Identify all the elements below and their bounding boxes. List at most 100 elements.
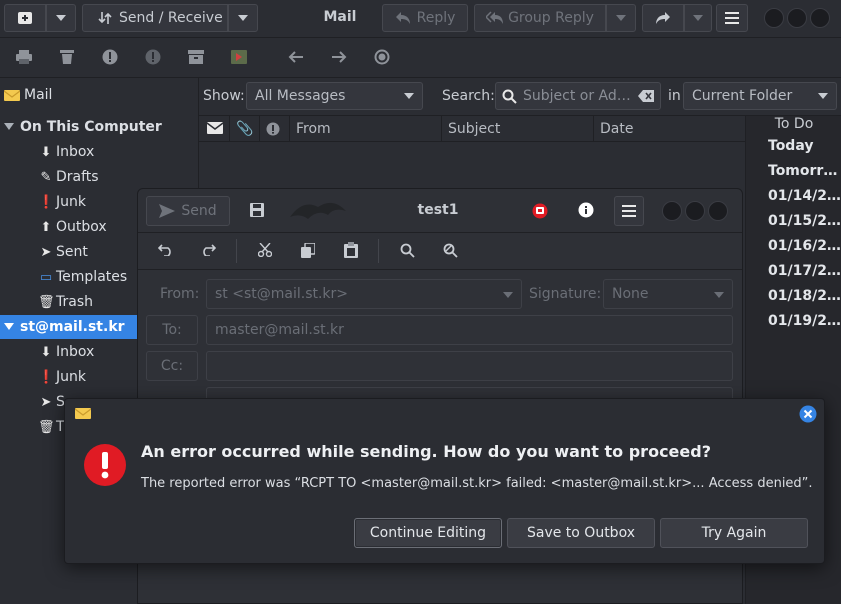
attachment-column[interactable]: 📎: [229, 116, 259, 142]
composer-minimize-button[interactable]: [662, 201, 682, 221]
search-input[interactable]: Subject or Ad…: [495, 82, 661, 110]
composer-maximize-button[interactable]: [685, 201, 705, 221]
to-button[interactable]: To:: [146, 315, 198, 345]
archive-icon[interactable]: [188, 49, 204, 65]
send-receive-dropdown[interactable]: [228, 4, 258, 32]
account-on-this-computer[interactable]: On This Computer: [4, 115, 162, 139]
todo-item[interactable]: Tomorr…: [768, 163, 837, 179]
close-icon[interactable]: [799, 405, 817, 423]
todo-item[interactable]: 01/16/2…: [768, 238, 841, 254]
folder-label: Templates: [56, 269, 128, 285]
find-icon[interactable]: [400, 243, 415, 258]
signature-label: Signature:: [529, 286, 602, 302]
from-column-header[interactable]: From: [289, 116, 441, 142]
todo-item[interactable]: 01/15/2…: [768, 213, 841, 229]
composer-close-button[interactable]: [708, 201, 728, 221]
error-dialog: An error occurred while sending. How do …: [64, 398, 825, 564]
minimize-button[interactable]: [764, 8, 784, 28]
hamburger-icon: [622, 205, 636, 217]
divider: [138, 269, 742, 270]
chevron-down-icon: [714, 292, 724, 298]
redo-icon[interactable]: [200, 244, 216, 256]
account-remote[interactable]: st@mail.st.kr: [0, 315, 137, 339]
show-filter-select[interactable]: All Messages: [246, 82, 423, 110]
info-icon[interactable]: [578, 202, 594, 218]
junk-icon[interactable]: [102, 49, 118, 65]
folder-remote-inbox[interactable]: ⬇ Inbox: [38, 340, 95, 364]
todo-item[interactable]: 01/17/2…: [768, 263, 841, 279]
from-select[interactable]: st <st@mail.st.kr>: [206, 279, 522, 309]
todo-item[interactable]: 01/18/2…: [768, 288, 841, 304]
search-scope-select[interactable]: Current Folder: [683, 82, 837, 110]
mail-icon: [75, 408, 91, 419]
subject-column-header[interactable]: Subject: [441, 116, 593, 142]
signature-value: None: [612, 286, 649, 302]
folder-outbox[interactable]: ⬆ Outbox: [38, 215, 107, 239]
send-receive-button[interactable]: Send / Receive: [82, 4, 228, 32]
folder-remote-junk[interactable]: ❗ Junk: [38, 365, 86, 389]
todo-item[interactable]: 01/14/2…: [768, 188, 841, 204]
to-field[interactable]: master@mail.st.kr: [206, 315, 733, 345]
separator: [378, 239, 379, 263]
maximize-button[interactable]: [787, 8, 807, 28]
print-icon[interactable]: [16, 50, 32, 64]
cc-field[interactable]: [206, 351, 733, 381]
save-icon[interactable]: [250, 203, 264, 217]
reply-icon: [395, 12, 410, 24]
arrow-left-icon[interactable]: [288, 51, 304, 63]
folder-remote-trash[interactable]: 🗑 T: [38, 415, 65, 439]
encrypt-status-icon[interactable]: [532, 203, 548, 219]
group-reply-dropdown[interactable]: [606, 4, 636, 32]
continue-editing-button[interactable]: Continue Editing: [354, 518, 502, 548]
forward-dropdown[interactable]: [684, 4, 712, 32]
stop-icon[interactable]: [374, 49, 390, 65]
forward-button[interactable]: [642, 4, 684, 32]
undo-icon[interactable]: [158, 244, 174, 256]
to-value: master@mail.st.kr: [215, 322, 344, 338]
new-message-button[interactable]: [4, 4, 46, 32]
todo-item[interactable]: 01/19/2…: [768, 313, 841, 329]
folder-label: Sent: [56, 244, 88, 260]
cut-icon[interactable]: [258, 243, 272, 257]
folder-remote-sent[interactable]: ➤ S: [38, 390, 65, 414]
date-column-header[interactable]: Date: [593, 116, 745, 142]
chevron-down-icon: [238, 15, 248, 21]
folder-drafts[interactable]: ✎ Drafts: [38, 165, 99, 189]
cc-button[interactable]: Cc:: [146, 351, 198, 381]
not-junk-icon[interactable]: [145, 49, 161, 65]
todo-item[interactable]: Today: [768, 138, 813, 154]
folder-sent[interactable]: ➤ Sent: [38, 240, 88, 264]
composer-send-button[interactable]: Send: [146, 196, 230, 226]
save-to-outbox-button[interactable]: Save to Outbox: [507, 518, 655, 548]
folder-label: Inbox: [56, 144, 95, 160]
try-again-button[interactable]: Try Again: [660, 518, 808, 548]
dialog-message: The reported error was “RCPT TO <master@…: [141, 476, 813, 491]
find-replace-icon[interactable]: [443, 243, 458, 258]
inbox-icon: ⬇: [40, 344, 52, 360]
folder-inbox[interactable]: ⬇ Inbox: [38, 140, 95, 164]
arrow-right-icon[interactable]: [331, 51, 347, 63]
folder-label: Drafts: [56, 169, 99, 185]
send-receive-label: Send / Receive: [119, 10, 223, 26]
paste-icon[interactable]: [344, 242, 358, 258]
envelope-icon[interactable]: [207, 122, 223, 134]
folder-trash[interactable]: 🗑 Trash: [38, 290, 93, 314]
copy-icon[interactable]: [301, 243, 315, 258]
menu-button[interactable]: [716, 4, 748, 32]
flag-column[interactable]: [259, 116, 289, 142]
move-to-folder-icon[interactable]: [231, 49, 247, 65]
delete-icon[interactable]: [60, 49, 74, 65]
continue-editing-label: Continue Editing: [369, 525, 487, 541]
new-dropdown-button[interactable]: [46, 4, 76, 32]
group-reply-button[interactable]: Group Reply: [474, 4, 606, 32]
close-window-button[interactable]: [810, 8, 830, 28]
signature-select[interactable]: None: [603, 279, 733, 309]
dragon-watermark: [288, 197, 348, 223]
folder-templates[interactable]: ▭ Templates: [38, 265, 127, 289]
clear-search-icon[interactable]: [638, 90, 654, 102]
expander-icon: [4, 323, 14, 330]
reply-button[interactable]: Reply: [382, 4, 468, 32]
composer-menu-button[interactable]: [614, 196, 644, 226]
folder-junk[interactable]: ❗ Junk: [38, 190, 86, 214]
window-title: Mail: [323, 9, 357, 25]
